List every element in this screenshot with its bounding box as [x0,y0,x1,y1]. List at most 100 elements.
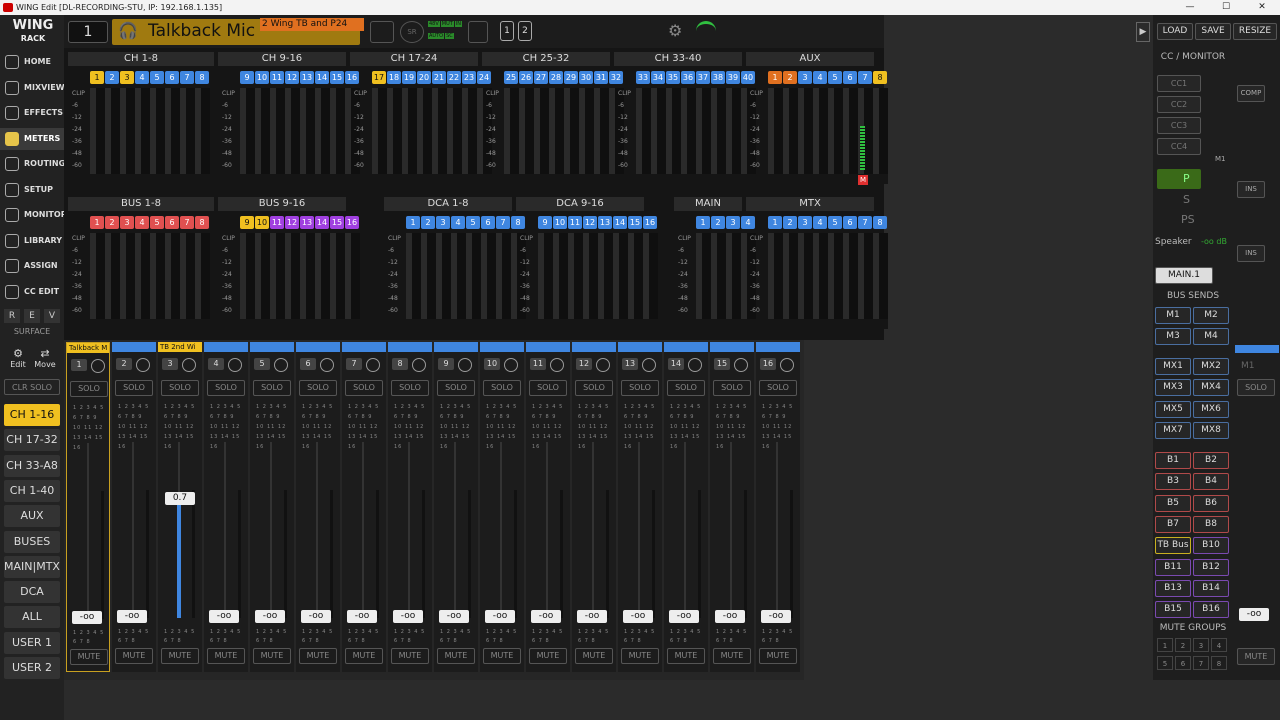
meter-chip[interactable]: 14 [315,71,329,84]
strip-number[interactable]: 14 [668,358,684,370]
meter-chip[interactable]: 8 [195,71,209,84]
meter-chip[interactable]: 1 [90,216,104,229]
solo-button[interactable]: SOLO [70,381,108,397]
meter-chip[interactable]: 6 [843,216,857,229]
nav-library[interactable]: LIBRARY [0,230,64,252]
mute-assign-grid[interactable]: 1 2 3 4 5 6 7 8 [578,628,610,646]
channel-strip[interactable]: 13 SOLO 1 2 3 4 5 6 7 8 9 10 11 12 13 14 1… [618,342,662,672]
channel-strip[interactable]: 9 SOLO 1 2 3 4 5 6 7 8 9 10 11 12 13 14 15… [434,342,478,672]
meter-chip[interactable]: 8 [873,216,887,229]
master-mute-button[interactable]: MUTE [1237,648,1275,665]
strip-number[interactable]: 10 [484,358,500,370]
bank-ch-33-a8[interactable]: CH 33-A8 [4,454,60,477]
bank-user-2[interactable]: USER 2 [4,657,60,679]
nav-cc-edit[interactable]: CC EDIT [0,281,64,303]
bus-assign-grid[interactable]: 1 2 3 4 5 6 7 8 9 10 11 12 13 14 15 16 [578,402,610,450]
meter-chip[interactable]: 7 [858,71,872,84]
fader-value[interactable]: -oo [577,610,607,623]
channel-strip[interactable]: Talkback M 1 SOLO 1 2 3 4 5 6 7 8 9 10 11 1… [66,342,110,672]
meter-chip[interactable]: 38 [711,71,725,84]
nav-routing[interactable]: ROUTING [0,153,65,175]
strip-number[interactable]: 13 [622,358,638,370]
nav-effects[interactable]: EFFECTS [0,102,64,124]
bank-all[interactable]: ALL [4,606,60,629]
strip-name[interactable] [434,342,478,352]
fader-value[interactable]: -oo [531,610,561,623]
mute-assign-grid[interactable]: 1 2 3 4 5 6 7 8 [256,628,288,646]
close-button[interactable]: ✕ [1244,0,1280,15]
send-b7[interactable]: B7 [1155,515,1191,533]
bus-assign-grid[interactable]: 1 2 3 4 5 6 7 8 9 10 11 12 13 14 15 16 [73,403,105,451]
bus-assign-grid[interactable]: 1 2 3 4 5 6 7 8 9 10 11 12 13 14 15 16 [762,402,794,450]
fader-value[interactable]: -oo [117,610,147,623]
bus-assign-grid[interactable]: 1 2 3 4 5 6 7 8 9 10 11 12 13 14 15 16 [210,402,242,450]
strip-name[interactable] [342,342,386,352]
strip-name[interactable] [480,342,524,352]
send-m4[interactable]: M4 [1193,328,1229,346]
fader-track[interactable] [592,442,594,618]
meter-chip[interactable]: 36 [681,71,695,84]
meter-chip[interactable]: 4 [813,216,827,229]
s-label[interactable]: S [1183,193,1190,206]
solo-button[interactable]: SOLO [161,380,199,396]
meter-chip[interactable]: 1 [768,216,782,229]
bank-buses[interactable]: BUSES [4,530,60,553]
send-b14[interactable]: B14 [1193,579,1229,597]
bus-assign-grid[interactable]: 1 2 3 4 5 6 7 8 9 10 11 12 13 14 15 16 [164,402,196,450]
meter-chip[interactable]: 8 [195,216,209,229]
bank-main-mtx[interactable]: MAIN|MTX [4,555,60,578]
fader-value[interactable]: -oo [255,610,285,623]
mute-group-7[interactable]: 7 [1193,656,1209,670]
mute-group-2[interactable]: 2 [1175,638,1191,652]
fader-track[interactable] [776,442,778,618]
strip-number[interactable]: 4 [208,358,224,370]
strip-number[interactable]: 1 [71,359,87,371]
strip-number[interactable]: 2 [116,358,132,370]
mute-group-4[interactable]: 4 [1211,638,1227,652]
bus-assign-grid[interactable]: 1 2 3 4 5 6 7 8 9 10 11 12 13 14 15 16 [486,402,518,450]
pan-knob-icon[interactable] [91,359,105,373]
minimize-button[interactable]: — [1172,0,1208,15]
strip-name[interactable] [526,342,570,352]
fader-value[interactable]: -oo [623,610,653,623]
channel-strip[interactable]: 12 SOLO 1 2 3 4 5 6 7 8 9 10 11 12 13 14 1… [572,342,616,672]
meter-chip[interactable]: 29 [564,71,578,84]
solo-button[interactable]: SOLO [437,380,475,396]
bank-ch-17-32[interactable]: CH 17-32 [4,429,60,452]
meter-chip[interactable]: 5 [150,71,164,84]
meter-chip[interactable]: 31 [594,71,608,84]
strip-name[interactable] [618,342,662,352]
solo-button[interactable]: SOLO [575,380,613,396]
solo-button[interactable]: SOLO [345,380,383,396]
bus-assign-grid[interactable]: 1 2 3 4 5 6 7 8 9 10 11 12 13 14 15 16 [716,402,748,450]
send-b1[interactable]: B1 [1155,452,1191,469]
mute-group-1[interactable]: 1 [1157,638,1173,652]
mute-button[interactable]: MUTE [161,648,199,664]
pan-knob-icon[interactable] [366,358,380,372]
meter-chip[interactable]: 32 [609,71,623,84]
fader-value[interactable]: -oo [761,610,791,623]
strip-name[interactable] [250,342,294,352]
meter-chip[interactable]: 10 [553,216,567,229]
pan-knob-icon[interactable] [182,358,196,372]
meter-chip[interactable]: 6 [843,71,857,84]
nav-assign[interactable]: ASSIGN [0,255,64,277]
strip-number[interactable]: 7 [346,358,362,370]
meter-chip[interactable]: 3 [798,71,812,84]
meter-chip[interactable]: 14 [315,216,329,229]
send-m1[interactable]: M1 [1155,307,1191,324]
mute-button[interactable]: MUTE [253,648,291,664]
mute-button[interactable]: MUTE [391,648,429,664]
meter-chip[interactable]: 7 [858,216,872,229]
meter-chip[interactable]: 33 [636,71,650,84]
solo-button[interactable]: SOLO [759,380,797,396]
solo-button[interactable]: SOLO [529,380,567,396]
pan-knob-icon[interactable] [550,358,564,372]
send-b6[interactable]: B6 [1193,494,1229,512]
mute-button[interactable]: MUTE [529,648,567,664]
strip-name[interactable] [112,342,156,352]
cc-button-4[interactable]: CC4 [1157,138,1201,155]
fader-value[interactable]: -oo [347,610,377,623]
send-mx3[interactable]: MX3 [1155,379,1191,397]
page-2-button[interactable]: 2 [518,21,532,41]
